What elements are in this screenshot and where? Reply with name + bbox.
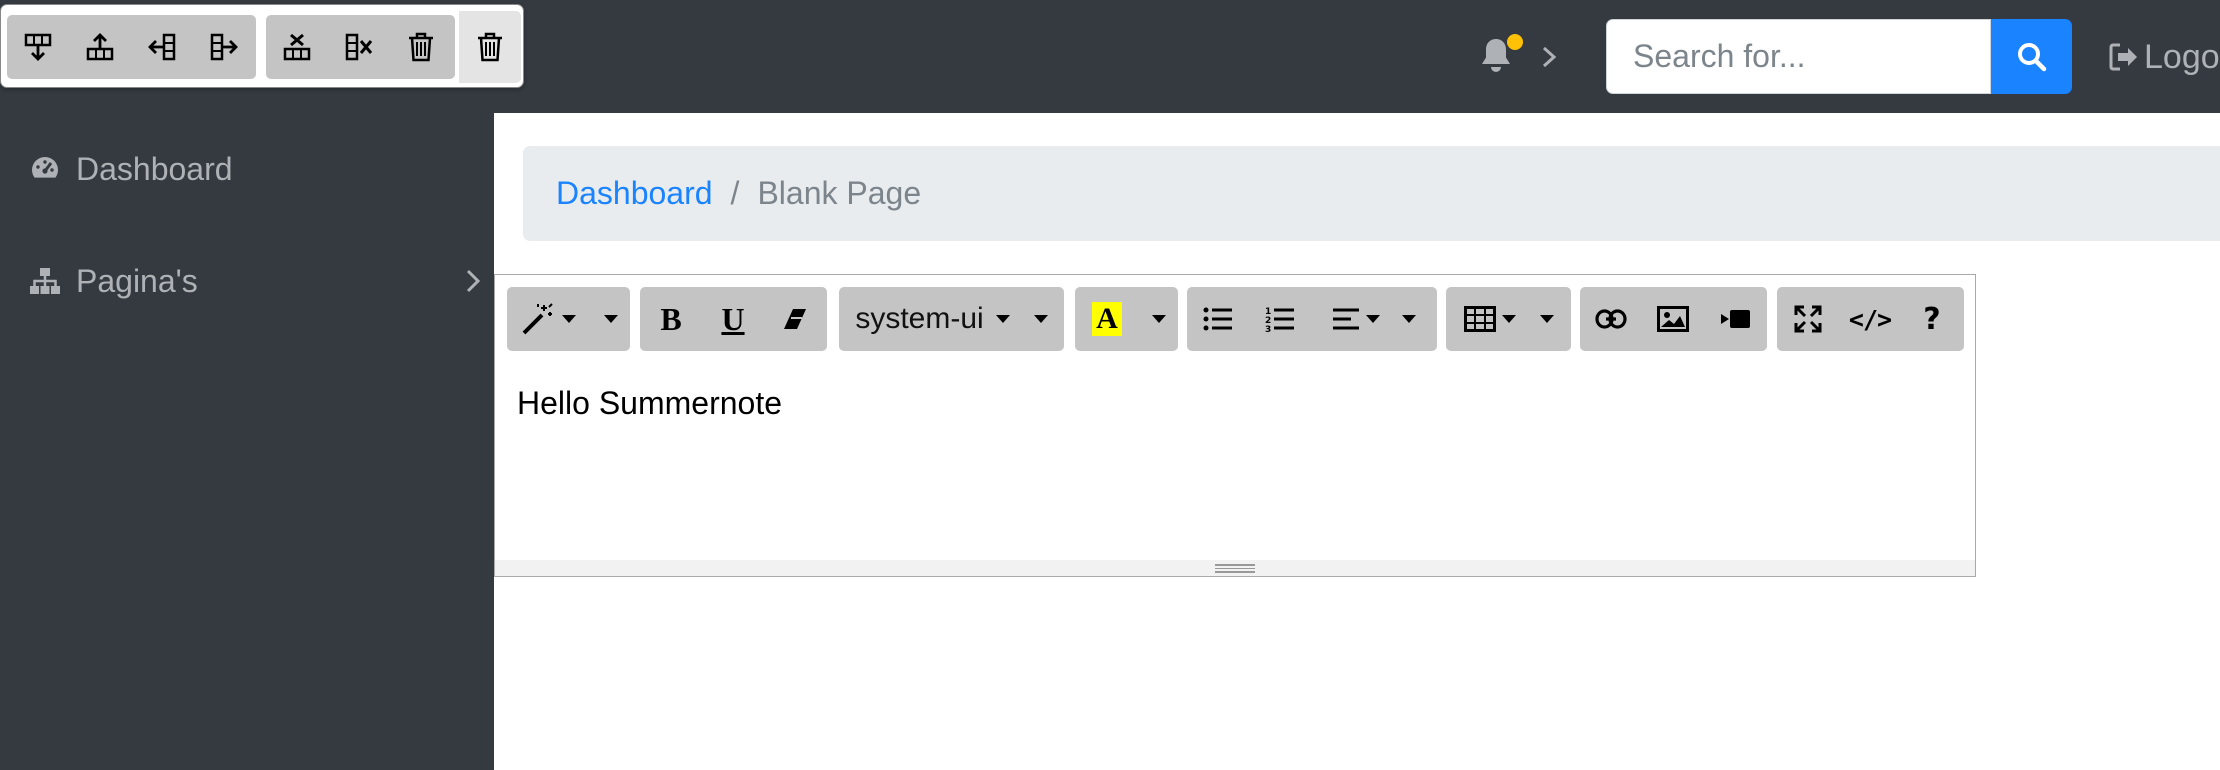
caret-icon — [1033, 315, 1048, 323]
style-dropdown-button[interactable] — [507, 287, 630, 351]
insert-link-button[interactable] — [1580, 287, 1642, 351]
search-input[interactable] — [1606, 19, 1991, 94]
breadcrumb-separator: / — [730, 175, 740, 211]
table-dropdown-button[interactable] — [1446, 287, 1571, 351]
magic-wand-icon — [520, 302, 560, 336]
question-icon: ? — [1923, 301, 1941, 337]
sidebar-item-paginas[interactable]: Pagina's — [28, 253, 481, 309]
add-col-right-icon — [209, 32, 239, 62]
underline-icon: U — [721, 300, 745, 337]
caret-icon — [1151, 315, 1166, 323]
breadcrumb: Dashboard / Blank Page — [523, 146, 2220, 241]
help-button[interactable]: ? — [1901, 287, 1963, 351]
search-button[interactable] — [1991, 19, 2072, 94]
font-name-dropdown[interactable]: system-ui — [839, 287, 1064, 351]
fullscreen-button[interactable] — [1777, 287, 1839, 351]
color-group: A — [1075, 287, 1178, 351]
chevron-right-icon — [464, 267, 482, 295]
editor-resize-handle[interactable] — [495, 560, 1975, 576]
delete-col-icon — [344, 32, 374, 62]
trash-icon — [476, 32, 504, 62]
bold-icon: B — [660, 300, 682, 337]
add-row-up-icon — [85, 32, 115, 62]
add-row-down-button[interactable] — [7, 15, 69, 79]
search-icon — [2016, 41, 2048, 73]
tachometer-icon — [28, 152, 62, 186]
font-name-label: system-ui — [855, 302, 984, 335]
caret-icon — [1402, 315, 1416, 323]
logout-label: Logout — [2144, 37, 2220, 76]
summernote-editor: B U system-ui A 123 </> ? Hello Summerno… — [494, 274, 1976, 577]
style-group — [507, 287, 630, 351]
sidebar-item-dashboard[interactable]: Dashboard — [28, 141, 233, 197]
list-ol-icon: 123 — [1265, 305, 1295, 333]
notification-badge — [1507, 34, 1523, 50]
clear-format-button[interactable] — [764, 287, 826, 351]
delete-row-button[interactable] — [266, 15, 328, 79]
expand-icon — [1794, 305, 1822, 333]
video-icon — [1719, 308, 1751, 330]
list-ul-icon — [1203, 306, 1233, 332]
add-row-up-button[interactable] — [69, 15, 131, 79]
grip-icon — [1215, 563, 1255, 573]
logout-link[interactable]: Logout — [2108, 34, 2220, 80]
code-icon: </> — [1848, 304, 1892, 334]
sidebar: Dashboard Pagina's — [0, 113, 494, 770]
svg-text:3: 3 — [1265, 325, 1271, 333]
insert-picture-button[interactable] — [1642, 287, 1704, 351]
delete-table-button[interactable] — [390, 15, 452, 79]
add-col-right-button[interactable] — [193, 15, 255, 79]
sidebar-item-label: Pagina's — [76, 262, 198, 299]
table-add-group — [7, 15, 256, 79]
caret-icon — [603, 315, 618, 323]
caret-icon — [995, 315, 1010, 323]
font-style-group: B U — [640, 287, 827, 351]
color-dropdown-button[interactable] — [1139, 287, 1178, 351]
breadcrumb-current: Blank Page — [757, 175, 922, 211]
sign-out-icon — [2108, 42, 2142, 72]
sidebar-item-label: Dashboard — [76, 150, 233, 187]
delete-row-icon — [282, 32, 312, 62]
delete-table-extra-button[interactable] — [459, 11, 521, 83]
chevron-right-icon[interactable] — [1540, 42, 1560, 74]
insert-group — [1580, 287, 1767, 351]
highlight-color-icon: A — [1092, 302, 1122, 336]
delete-col-button[interactable] — [328, 15, 390, 79]
add-col-left-icon — [147, 32, 177, 62]
bold-button[interactable]: B — [640, 287, 702, 351]
insert-video-button[interactable] — [1704, 287, 1766, 351]
paragraph-group: 123 — [1187, 287, 1437, 351]
picture-icon — [1657, 306, 1689, 332]
caret-icon — [561, 315, 576, 323]
add-row-down-icon — [23, 32, 53, 62]
add-col-left-button[interactable] — [131, 15, 193, 79]
caret-icon — [1366, 315, 1380, 323]
editor-content[interactable]: Hello Summernote — [517, 385, 782, 422]
table-icon — [1463, 306, 1496, 332]
underline-button[interactable]: U — [702, 287, 764, 351]
view-group: </> ? — [1777, 287, 1964, 351]
align-dropdown-button[interactable] — [1311, 287, 1437, 351]
caret-icon — [1539, 315, 1554, 323]
sitemap-icon — [28, 264, 62, 298]
highlight-color-button[interactable]: A — [1075, 287, 1139, 351]
breadcrumb-link-dashboard[interactable]: Dashboard — [556, 175, 713, 212]
eraser-icon — [781, 306, 809, 332]
unordered-list-button[interactable] — [1187, 287, 1249, 351]
table-delete-group — [266, 15, 455, 79]
trash-icon — [407, 32, 435, 62]
table-popover — [0, 4, 524, 88]
table-group — [1446, 287, 1571, 351]
link-icon — [1595, 308, 1627, 330]
code-view-button[interactable]: </> — [1839, 287, 1901, 351]
caret-icon — [1501, 315, 1516, 323]
font-name-group: system-ui — [839, 287, 1064, 351]
ordered-list-button[interactable]: 123 — [1249, 287, 1311, 351]
align-left-icon — [1332, 307, 1362, 331]
